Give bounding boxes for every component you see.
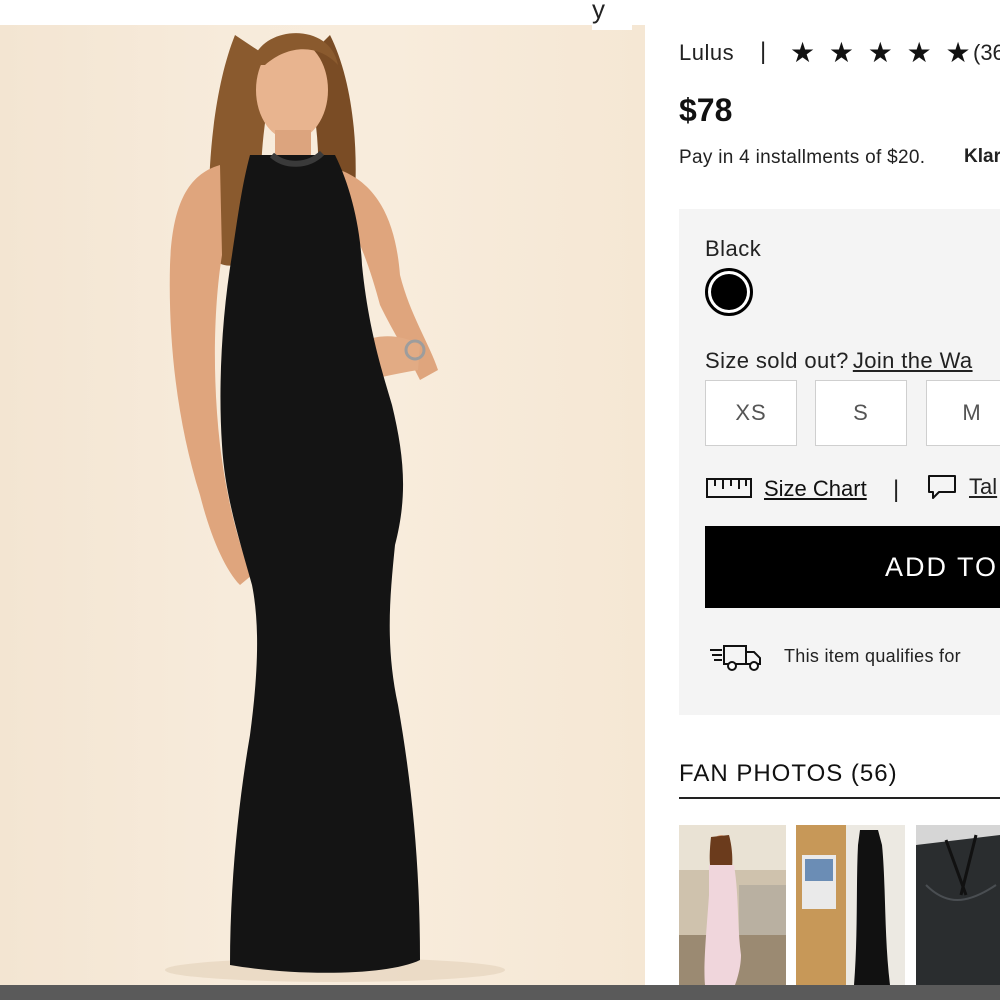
size-button-m[interactable]: M	[926, 380, 1000, 446]
color-label: Black	[705, 236, 762, 261]
size-button-s[interactable]: S	[815, 380, 907, 446]
size-prompt-text: Size sold out?	[705, 348, 849, 373]
ruler-icon	[706, 478, 752, 498]
review-count[interactable]: (36	[973, 40, 1000, 66]
fan-photo-thumbnail-1[interactable]	[679, 825, 786, 985]
shipping-truck-icon	[710, 645, 761, 671]
brand-separator: |	[760, 38, 767, 65]
chat-bubble-icon[interactable]	[927, 474, 957, 500]
installments-text: Pay in 4 installments of $20.	[679, 147, 926, 168]
size-button-xs[interactable]: XS	[705, 380, 797, 446]
fan-photos-divider	[679, 797, 1000, 799]
fan-photos-heading: FAN PHOTOS (56)	[679, 760, 898, 787]
size-chart-link[interactable]: Size Chart	[764, 476, 867, 502]
product-price: $78	[679, 92, 733, 128]
size-sold-out-prompt: Size sold out? Join the Wa	[705, 348, 973, 374]
fan-photo-thumbnail-3[interactable]	[916, 825, 1000, 985]
add-to-bag-button[interactable]: ADD TO	[705, 526, 1000, 608]
klarna-logo[interactable]: Klar	[964, 146, 1000, 168]
color-swatch-black[interactable]	[705, 268, 753, 316]
rating-stars[interactable]: ★ ★ ★ ★ ★	[790, 36, 974, 69]
fan-photo-thumbnail-2[interactable]	[796, 825, 905, 985]
product-title-fragment: y	[592, 0, 632, 30]
product-photo[interactable]	[0, 25, 645, 985]
window-bottom-bar	[0, 985, 1000, 1000]
talk-to-stylist-link[interactable]: Tal	[969, 474, 997, 500]
shipping-info-text: This item qualifies for	[784, 646, 961, 666]
top-strip	[0, 0, 1000, 25]
brand-name[interactable]: Lulus	[679, 40, 734, 66]
size-chart-separator: |	[893, 476, 900, 503]
join-waitlist-link[interactable]: Join the Wa	[853, 348, 973, 373]
model-illustration	[165, 33, 505, 982]
